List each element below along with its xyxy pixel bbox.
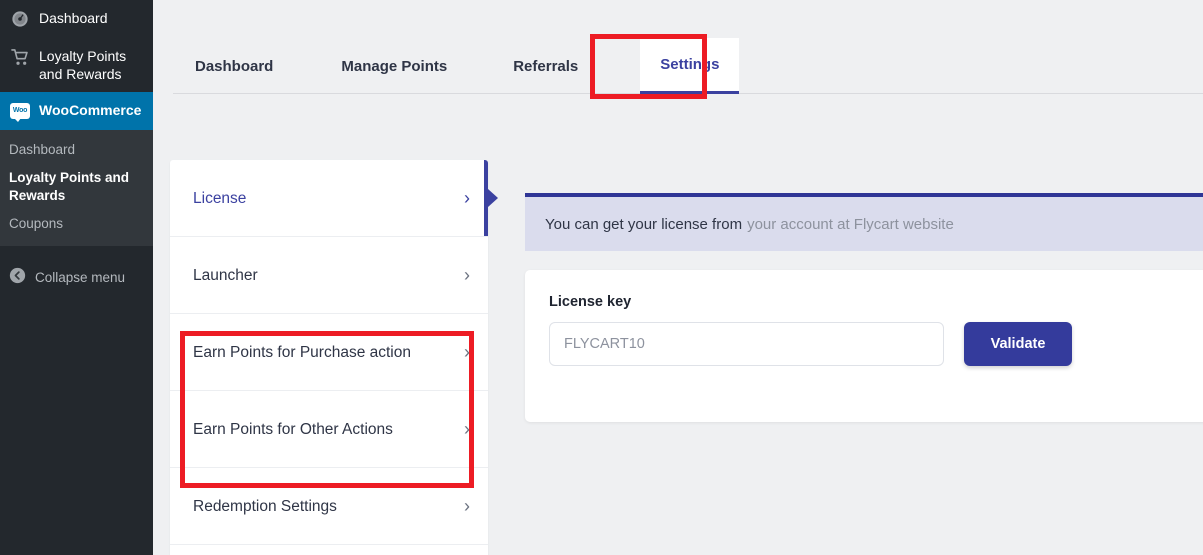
- wp-admin-sidebar: Dashboard Loyalty Points and Rewards Woo…: [0, 0, 153, 555]
- tab-manage-points[interactable]: Manage Points: [341, 38, 447, 94]
- chevron-right-icon: ›: [464, 265, 470, 286]
- chevron-right-icon: ›: [464, 419, 470, 440]
- woo-badge-label: Woo: [13, 102, 27, 120]
- settings-menu-item-earn-points-other-actions[interactable]: Earn Points for Other Actions ›: [170, 391, 488, 468]
- collapse-menu-label: Collapse menu: [35, 270, 125, 285]
- settings-menu-label: License: [193, 186, 246, 211]
- license-key-input[interactable]: [549, 322, 944, 366]
- chevron-right-icon: ›: [464, 496, 470, 517]
- woo-icon: Woo: [9, 101, 31, 121]
- cart-icon: [9, 47, 31, 67]
- submenu-item-dashboard[interactable]: Dashboard: [0, 136, 153, 164]
- submenu-item-label: Coupons: [9, 216, 63, 231]
- main-content: Dashboard Manage Points Referrals Settin…: [153, 0, 1203, 555]
- sidebar-item-label: WooCommerce: [39, 101, 149, 119]
- wp-submenu: Dashboard Loyalty Points and Rewards Cou…: [0, 130, 153, 246]
- settings-menu-label: Earn Points for Purchase action: [193, 340, 411, 365]
- validate-button[interactable]: Validate: [964, 322, 1072, 366]
- tab-referrals[interactable]: Referrals: [513, 38, 578, 94]
- tab-label: Settings: [660, 56, 719, 73]
- sidebar-item-label: Dashboard: [39, 9, 116, 27]
- settings-menu-label: Redemption Settings: [193, 494, 337, 519]
- license-key-label: License key: [549, 294, 1201, 310]
- sidebar-item-loyalty-points-and-rewards[interactable]: Loyalty Points and Rewards: [0, 38, 153, 92]
- submenu-item-label: Dashboard: [9, 142, 75, 157]
- gauge-icon: [9, 9, 31, 29]
- submenu-item-coupons[interactable]: Coupons: [0, 210, 153, 238]
- tab-label: Referrals: [513, 58, 578, 75]
- tab-label: Manage Points: [341, 58, 447, 75]
- tab-bar: Dashboard Manage Points Referrals Settin…: [173, 38, 1203, 94]
- settings-menu-item-earn-points-purchase[interactable]: Earn Points for Purchase action ›: [170, 314, 488, 391]
- sidebar-item-woocommerce[interactable]: Woo WooCommerce: [0, 92, 153, 130]
- active-menu-caret-icon: [488, 189, 498, 207]
- settings-menu-item-license[interactable]: License ›: [170, 160, 488, 237]
- settings-menu-label: Earn Points for Other Actions: [193, 417, 393, 442]
- chevron-right-icon: ›: [464, 342, 470, 363]
- notice-text: You can get your license from: [545, 216, 742, 233]
- settings-menu-item-redemption-settings[interactable]: Redemption Settings ›: [170, 468, 488, 545]
- submenu-item-label: Loyalty Points and Rewards: [9, 170, 129, 203]
- license-notice: You can get your license from your accou…: [525, 193, 1203, 251]
- tab-label: Dashboard: [195, 58, 273, 75]
- settings-menu-label: Launcher: [193, 263, 258, 288]
- tab-dashboard[interactable]: Dashboard: [195, 38, 273, 94]
- collapse-menu-button[interactable]: Collapse menu: [0, 256, 153, 298]
- settings-menu-item-launcher[interactable]: Launcher ›: [170, 237, 488, 314]
- submenu-item-loyalty-points-and-rewards[interactable]: Loyalty Points and Rewards: [0, 164, 153, 210]
- chevron-right-icon: ›: [464, 188, 470, 209]
- woo-badge: Woo: [10, 103, 30, 119]
- notice-link[interactable]: your account at Flycart website: [747, 216, 954, 233]
- license-panel: License key Validate: [525, 270, 1203, 422]
- sidebar-item-label: Loyalty Points and Rewards: [39, 47, 153, 83]
- screen-root: Dashboard Loyalty Points and Rewards Woo…: [0, 0, 1203, 555]
- tab-settings[interactable]: Settings: [640, 38, 739, 94]
- settings-menu-card: License › Launcher › Earn Points for Pur…: [170, 160, 488, 555]
- license-key-field-row: Validate: [549, 322, 1201, 366]
- sidebar-item-dashboard[interactable]: Dashboard: [0, 0, 153, 38]
- collapse-arrow-icon: [9, 267, 26, 287]
